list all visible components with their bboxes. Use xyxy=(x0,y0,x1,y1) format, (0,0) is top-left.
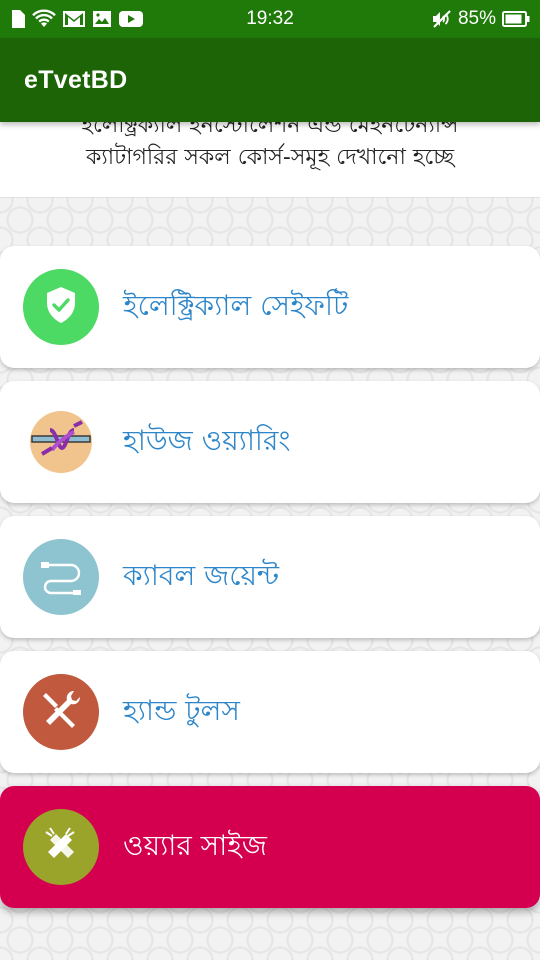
category-description: ইলেক্ট্রিক্যাল ইনস্টোলেশন এন্ড মেইনটেন্য… xyxy=(0,122,540,198)
course-icon-circle xyxy=(23,674,99,750)
battery-percent: 85% xyxy=(457,8,496,29)
shield-check-icon xyxy=(43,285,79,329)
gmail-icon xyxy=(62,9,86,29)
course-icon-circle xyxy=(23,539,99,615)
app-bar: eTvetBD xyxy=(0,38,540,122)
status-time: 19:32 xyxy=(246,8,294,29)
sim-icon xyxy=(10,9,26,29)
course-card-house-wiring[interactable]: হাউজ ওয়্যারিং xyxy=(0,381,540,503)
battery-icon xyxy=(502,10,530,28)
course-card-electrical-safety[interactable]: ইলেক্ট্রিক্যাল সেইফটি xyxy=(0,246,540,368)
course-label: হাউজ ওয়্যারিং xyxy=(123,423,291,457)
course-icon-circle xyxy=(23,809,99,885)
status-right-icons: 85% xyxy=(432,8,530,30)
status-left-icons xyxy=(10,9,144,29)
status-bar: 19:32 85% xyxy=(0,0,540,38)
screen: 19:32 85% eTvetBD ইলেক্ট্রিক্যাল ইনস্টোল… xyxy=(0,0,540,960)
wifi-icon xyxy=(32,9,56,29)
description-line-2: ক্যাটাগরির সকল কোর্স-সমূহ দেখানো হচ্ছে xyxy=(85,145,455,170)
gallery-icon xyxy=(92,9,112,29)
wire-knot-icon xyxy=(30,420,92,464)
course-icon-circle xyxy=(23,404,99,480)
course-label: ক্যাবল জয়েন্ট xyxy=(123,558,280,592)
cable-icon xyxy=(37,555,85,599)
category-description-text: ইলেক্ট্রিক্যাল ইনস্টোলেশন এন্ড মেইনটেন্য… xyxy=(0,122,540,174)
course-card-cable-joint[interactable]: ক্যাবল জয়েন্ট xyxy=(0,516,540,638)
youtube-icon xyxy=(118,9,144,29)
mute-icon xyxy=(432,9,452,29)
course-card-wire-size[interactable]: ওয়্যার সাইজ xyxy=(0,786,540,908)
tools-icon xyxy=(38,687,84,737)
course-label: ওয়্যার সাইজ xyxy=(123,828,267,862)
course-label: হ্যান্ড টুলস xyxy=(123,693,240,727)
course-card-hand-tools[interactable]: হ্যান্ড টুলস xyxy=(0,651,540,773)
app-title: eTvetBD xyxy=(24,65,128,94)
course-label: ইলেক্ট্রিক্যাল সেইফটি xyxy=(123,288,349,322)
course-icon-circle xyxy=(23,269,99,345)
description-line-1: ইলেক্ট্রিক্যাল ইনস্টোলেশন এন্ড মেইনটেন্য… xyxy=(81,122,459,138)
wire-size-icon xyxy=(38,822,84,872)
